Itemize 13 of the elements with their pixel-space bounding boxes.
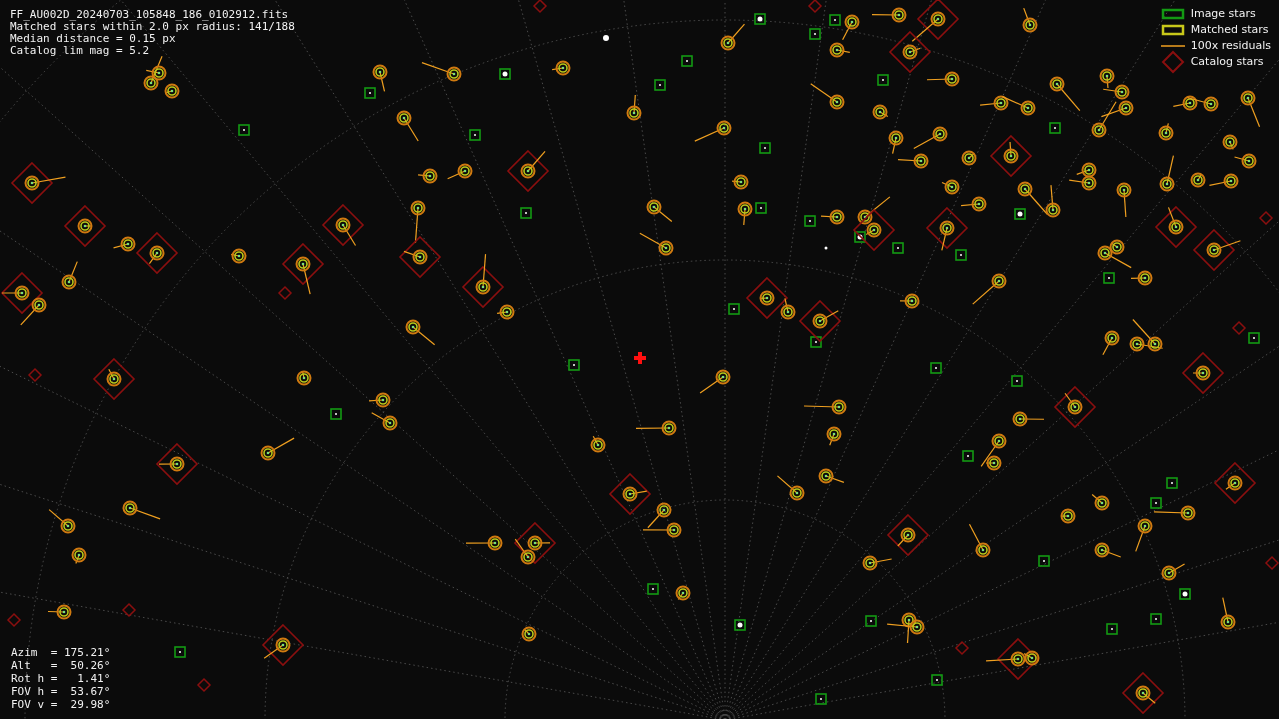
legend-label: 100x residuals: [1190, 39, 1271, 52]
legend-label: Image stars: [1190, 7, 1256, 20]
legend-label: Matched stars: [1190, 23, 1269, 36]
info-text: Catalog lim mag = 5.2: [10, 45, 151, 57]
pointing-text: Rot h = 1.41°: [11, 673, 111, 685]
pointing-text: FOV h = 53.67°: [11, 686, 111, 698]
pointing-text: Azim = 175.21°: [11, 647, 111, 659]
pointing-text: FOV v = 29.98°: [11, 699, 111, 711]
info-text: FF_AU002D_20240703_105848_186_0102912.fits: [10, 9, 290, 21]
pointing-text: Alt = 50.26°: [11, 660, 111, 672]
legend-label: Catalog stars: [1190, 55, 1264, 68]
info-text: Matched stars within 2.0 px radius: 141/188: [10, 21, 295, 33]
info-text: Median distance = 0.15 px: [10, 33, 177, 45]
